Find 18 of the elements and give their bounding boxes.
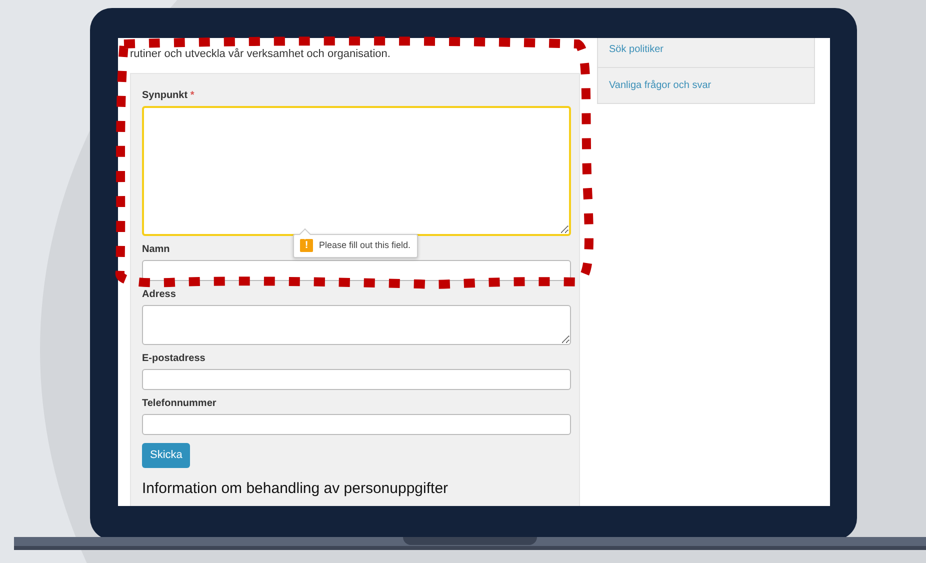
input-field[interactable] xyxy=(142,260,571,281)
sidebar-link[interactable]: Vanliga frågor och svar xyxy=(597,68,815,104)
intro-paragraph: rutiner och utveckla vår verksamhet och organisation. xyxy=(130,48,390,60)
input-field[interactable] xyxy=(142,369,571,390)
field-label: E-postadress xyxy=(142,353,206,365)
textarea-field[interactable] xyxy=(142,305,571,345)
field-label: Namn xyxy=(142,244,170,256)
textarea-field[interactable] xyxy=(142,106,571,236)
tooltip-text: Please fill out this field. xyxy=(319,239,411,252)
field-label: Telefonnummer xyxy=(142,398,216,410)
section-heading: Information om behandling av personuppgifter xyxy=(142,480,450,498)
required-mark: * xyxy=(190,90,194,101)
field-label: Adress xyxy=(142,289,176,301)
field-label: Synpunkt * xyxy=(142,90,194,102)
submit-button[interactable]: Skicka xyxy=(142,443,190,468)
input-field[interactable] xyxy=(142,414,571,435)
sidebar-link[interactable]: Sök politiker xyxy=(597,38,815,68)
warning-icon: ! xyxy=(300,239,313,252)
